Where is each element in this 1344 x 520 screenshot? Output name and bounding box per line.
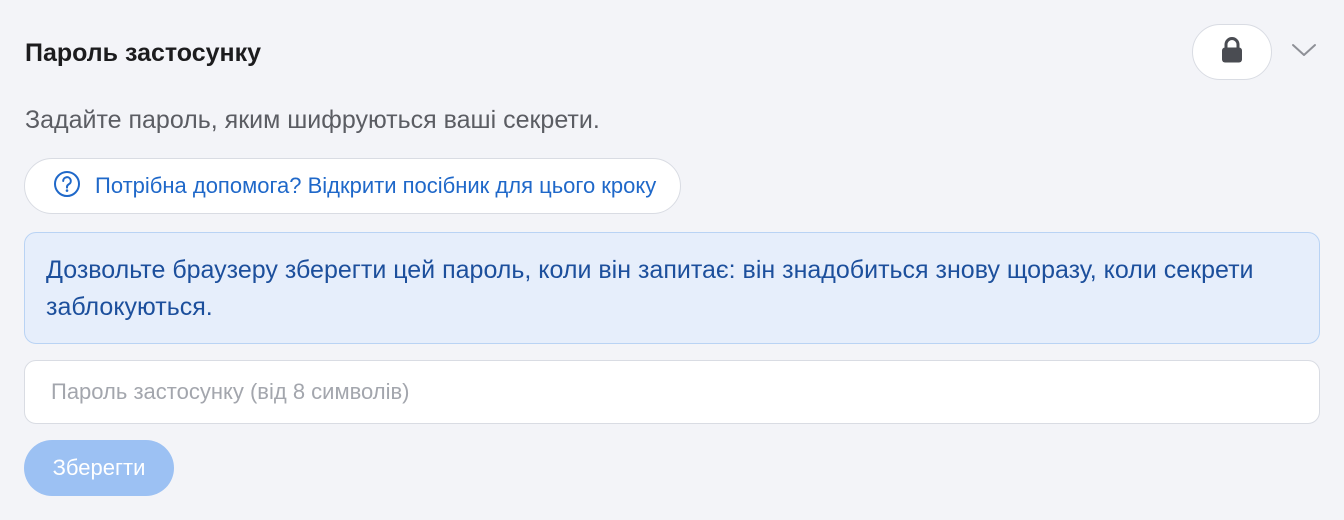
- lock-button[interactable]: [1192, 24, 1272, 80]
- notice-text: Дозвольте браузеру зберегти цей пароль, …: [46, 256, 1254, 321]
- panel-description: Задайте пароль, яким шифруються ваші сек…: [25, 106, 600, 134]
- app-password-input[interactable]: [24, 360, 1320, 424]
- collapse-toggle[interactable]: [1288, 36, 1320, 68]
- help-guide-link[interactable]: Потрібна допомога? Відкрити посібник для…: [24, 158, 682, 214]
- save-button[interactable]: Зберегти: [24, 440, 174, 496]
- app-password-panel: Пароль застосунку Задайте пароль, яким ш…: [0, 0, 1344, 520]
- help-link-label: Потрібна допомога? Відкрити посібник для…: [95, 173, 657, 198]
- help-circle-icon: [53, 170, 81, 203]
- chevron-down-icon: [1291, 42, 1317, 63]
- panel-title: Пароль застосунку: [25, 39, 262, 67]
- lock-icon: [1221, 36, 1243, 68]
- browser-save-notice: Дозвольте браузеру зберегти цей пароль, …: [24, 232, 1320, 344]
